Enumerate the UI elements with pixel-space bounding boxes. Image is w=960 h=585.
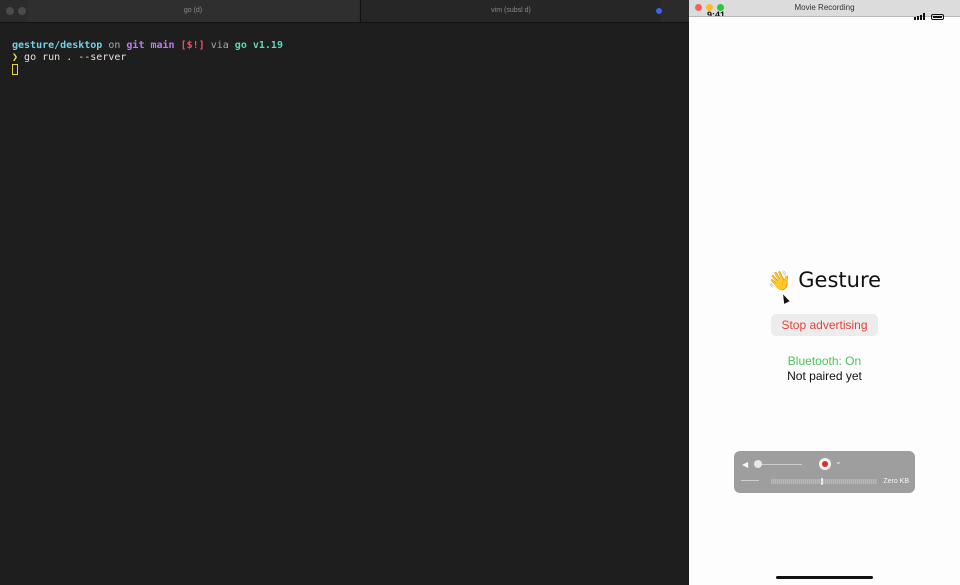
git-branch: git main xyxy=(126,40,175,51)
recording-time-placeholder xyxy=(741,480,759,481)
app-title-text: Gesture xyxy=(798,268,882,292)
mouse-pointer-icon xyxy=(780,293,790,304)
command-line: ❯ go run . --server xyxy=(12,52,283,64)
minimize-window-icon[interactable] xyxy=(18,7,26,15)
stop-advertising-button[interactable]: Stop advertising xyxy=(771,314,878,336)
home-indicator[interactable] xyxy=(776,576,873,579)
git-status: [$!] xyxy=(174,40,205,51)
tab-activity-indicator xyxy=(656,8,662,14)
bluetooth-status: Bluetooth: On xyxy=(787,354,862,368)
audio-level-meter xyxy=(771,479,877,484)
go-version: go v1.19 xyxy=(234,40,283,51)
record-button[interactable] xyxy=(819,458,831,470)
cwd-path: gesture/desktop xyxy=(12,40,103,51)
status-bar-icons xyxy=(914,13,944,20)
speaker-icon: ◀ xyxy=(742,460,749,469)
pairing-status: Not paired yet xyxy=(787,369,862,383)
on-text: on xyxy=(102,40,127,51)
movie-recording-window: Movie Recording 9:41 👋 Gesture Stop adve… xyxy=(689,0,960,585)
command-text: go run . --server xyxy=(18,52,127,63)
cellular-signal-icon xyxy=(914,13,926,20)
terminal-output[interactable]: gesture/desktop on git main [$!] via go … xyxy=(12,40,283,76)
terminal-tab-bar: go (d) vim (subsl d) xyxy=(0,0,690,23)
battery-icon xyxy=(931,14,944,20)
terminal-tab-vim[interactable]: vim (subsl d) xyxy=(360,0,661,22)
chevron-down-icon[interactable]: ⌄ xyxy=(835,457,842,466)
close-window-icon[interactable] xyxy=(6,7,14,15)
terminal-tab-go[interactable]: go (d) xyxy=(28,0,358,22)
waving-hand-icon: 👋 xyxy=(767,270,792,292)
input-line xyxy=(12,64,283,76)
app-title: 👋 Gesture xyxy=(689,268,960,292)
via-text: via xyxy=(204,40,235,51)
volume-slider-knob[interactable] xyxy=(754,460,762,468)
recording-controls-hud: ◀ ⌄ Zero KB xyxy=(734,451,915,493)
level-marker xyxy=(821,478,823,485)
terminal-cursor xyxy=(12,64,18,75)
recording-size: Zero KB xyxy=(883,478,909,485)
terminal-window: go (d) vim (subsl d) gesture/desktop on … xyxy=(0,0,690,585)
prompt-info-line: gesture/desktop on git main [$!] via go … xyxy=(12,40,283,52)
status-bar-time: 9:41 xyxy=(707,11,726,16)
